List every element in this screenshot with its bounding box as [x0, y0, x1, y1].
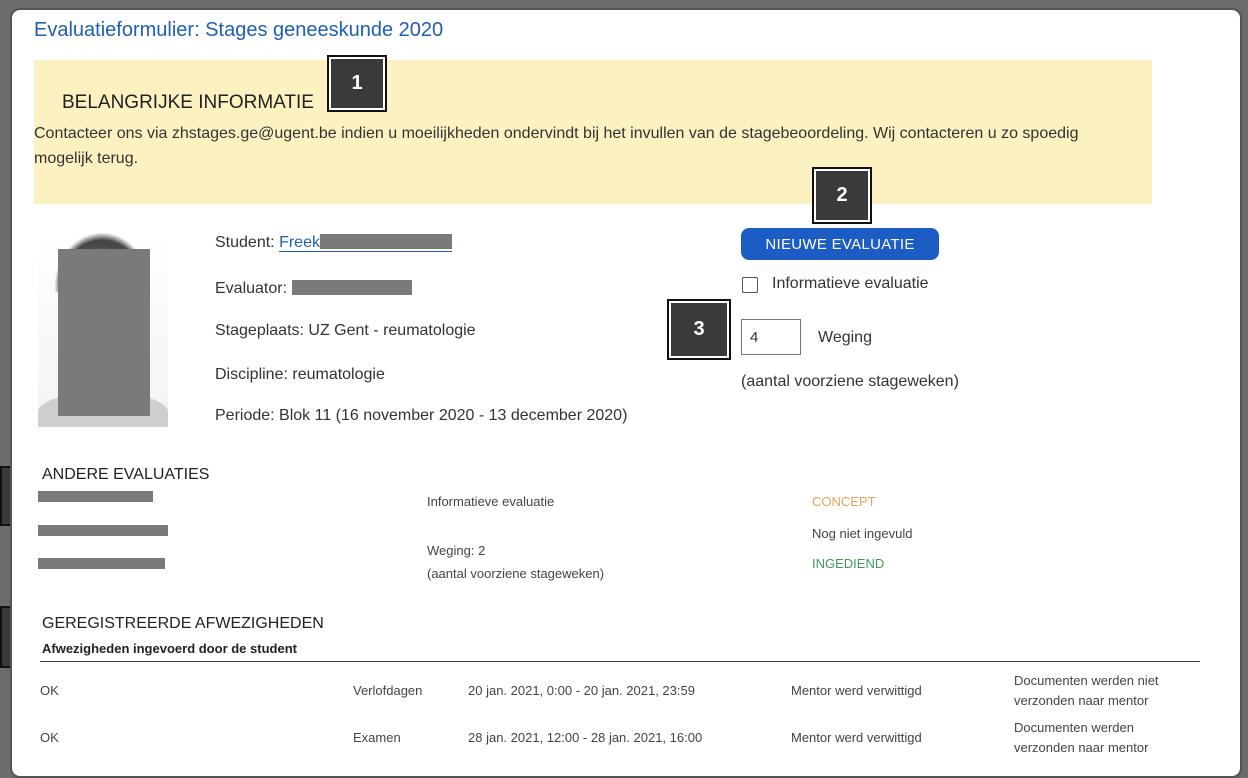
absences-heading: GEREGISTREERDE AFWEZIGHEDEN — [42, 615, 324, 632]
student-row: Student: Freek — [215, 234, 452, 252]
absence-2-status: OK — [40, 730, 59, 745]
absence-1-status: OK — [40, 683, 59, 698]
student-photo — [38, 232, 168, 427]
absence-1-type: Verlofdagen — [353, 683, 423, 698]
evaluation-type-informative: Informatieve evaluatie — [427, 494, 555, 509]
student-name-link[interactable]: Freek — [279, 234, 452, 252]
callout-1: 1 — [327, 55, 387, 112]
absence-1-docs: Documenten werden niet verzonden naar me… — [1014, 673, 1159, 708]
informative-evaluation-checkbox[interactable] — [742, 277, 758, 293]
weging-input[interactable] — [741, 319, 801, 355]
absence-2-docs: Documenten werden verzonden naar mentor — [1014, 720, 1149, 755]
student-name: Freek — [279, 234, 320, 251]
status-ingediend: INGEDIEND — [812, 556, 885, 571]
informative-evaluation-label: Informatieve evaluatie — [772, 275, 929, 292]
other-evaluations-heading: ANDERE EVALUATIES — [42, 466, 210, 483]
evaluator-label: Evaluator: — [215, 280, 288, 297]
student-label: Student: — [215, 234, 275, 251]
new-evaluation-button[interactable]: NIEUWE EVALUATIE — [741, 228, 939, 260]
absences-divider — [40, 661, 1200, 662]
absence-1-mentor: Mentor werd verwittigd — [791, 683, 922, 698]
absence-2-period: 28 jan. 2021, 12:00 - 28 jan. 2021, 16:0… — [468, 730, 703, 745]
info-heading: BELANGRIJKE INFORMATIE — [62, 92, 314, 113]
status-not-filled: Nog niet ingevuld — [812, 526, 913, 541]
evaluation-weging: Weging: 2 — [427, 543, 486, 558]
weging-note: (aantal voorziene stageweken) — [741, 373, 959, 390]
info-text: Contacteer ons via zhstages.ge@ugent.be … — [34, 125, 1079, 167]
periode: Periode: Blok 11 (16 november 2020 - 13 … — [215, 407, 628, 424]
absences-subheading: Afwezigheden ingevoerd door de student — [42, 641, 297, 656]
evaluation-1-redaction[interactable] — [38, 491, 153, 502]
discipline: Discipline: reumatologie — [215, 366, 385, 383]
evaluation-2-redaction[interactable] — [38, 525, 168, 536]
page-title: Evaluatieformulier: Stages geneeskunde 2… — [34, 19, 444, 41]
evaluation-weging-note: (aantal voorziene stageweken) — [427, 566, 605, 581]
absence-2-mentor: Mentor werd verwittigd — [791, 730, 922, 745]
absence-2-type: Examen — [353, 730, 401, 745]
weging-label: Weging — [818, 329, 872, 346]
evaluator-row: Evaluator: — [215, 280, 412, 298]
stageplaats: Stageplaats: UZ Gent - reumatologie — [215, 322, 476, 339]
evaluation-3-redaction[interactable] — [38, 558, 165, 569]
student-surname-redaction — [319, 234, 452, 249]
callout-2: 2 — [812, 167, 872, 224]
photo-redaction — [58, 249, 150, 416]
absence-1-period: 20 jan. 2021, 0:00 - 20 jan. 2021, 23:59 — [468, 683, 695, 698]
callout-3: 3 — [667, 299, 731, 360]
status-concept: CONCEPT — [812, 494, 876, 509]
evaluator-redaction — [291, 280, 412, 295]
